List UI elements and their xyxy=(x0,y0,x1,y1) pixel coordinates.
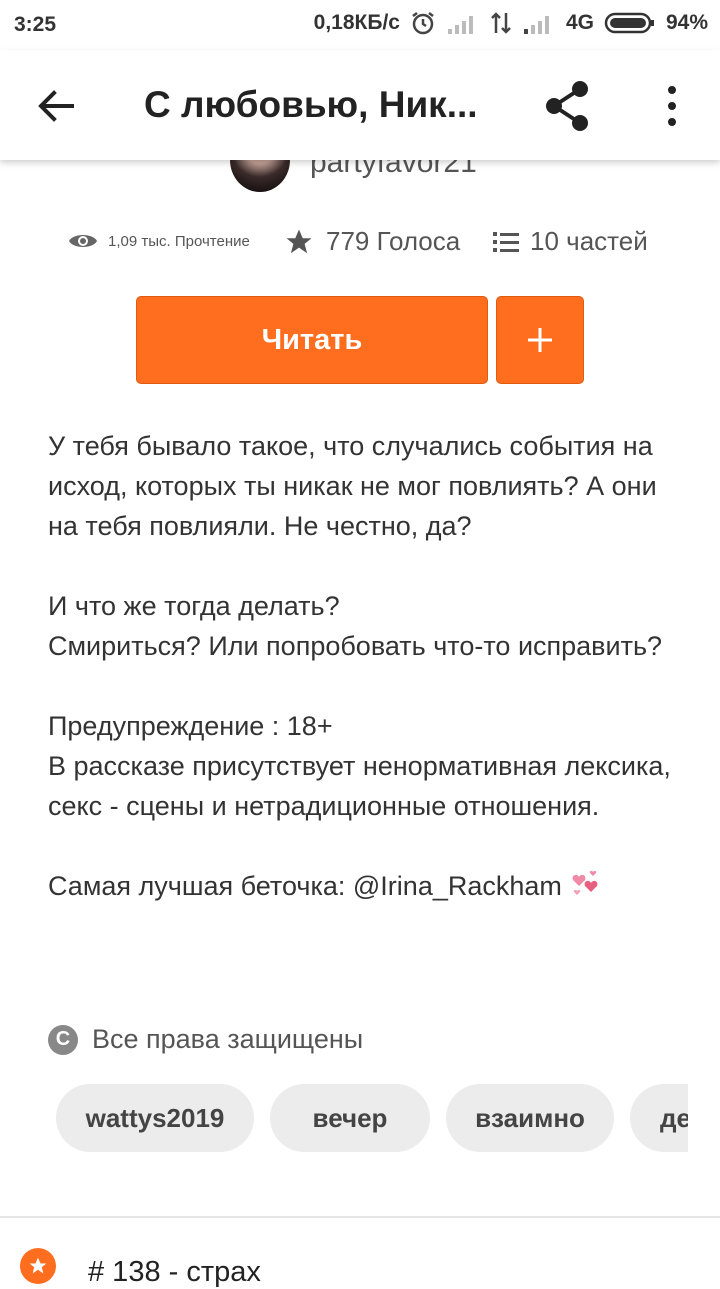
network-speed: 0,18КБ/с xyxy=(313,11,400,34)
tags-row: wattys2019 вечер взаимно де xyxy=(56,1084,688,1152)
description-credit: Самая лучшая беточка: @Irina_Rackham xyxy=(48,866,688,906)
star-badge-icon xyxy=(20,1248,56,1284)
read-button[interactable]: Читать xyxy=(136,296,488,384)
app-bar: С любовью, Ник... xyxy=(0,50,720,160)
credit-text: Самая лучшая беточка: @Irina_Rackham xyxy=(48,871,562,901)
description-line: Смириться? Или попробовать что-то исправ… xyxy=(48,631,663,661)
votes-stat: 779 Голоса xyxy=(284,226,460,257)
description-warning: Предупреждение : 18+ xyxy=(48,711,333,741)
network-type: 4G xyxy=(565,11,594,34)
battery-icon xyxy=(604,12,654,34)
votes-count: 779 Голоса xyxy=(326,226,461,256)
hearts-icon xyxy=(573,870,598,895)
battery-level: 94% xyxy=(665,11,708,34)
tag-chip[interactable]: wattys2019 xyxy=(56,1084,254,1152)
parts-count: 10 частей xyxy=(530,226,648,256)
eye-icon xyxy=(69,235,97,247)
description-paragraph: У тебя бывало такое, что случались событ… xyxy=(48,431,657,541)
status-bar: 3:25 0,18КБ/с 4G 94% xyxy=(0,0,720,50)
parts-stat: 10 частей xyxy=(492,226,648,257)
share-icon[interactable] xyxy=(540,78,596,134)
alarm-icon xyxy=(412,12,434,35)
ranking-text: # 138 - страх xyxy=(88,1256,261,1288)
description-line: В рассказе присутствует ненормативная ле… xyxy=(48,751,671,821)
signal-icon-2 xyxy=(523,16,549,34)
copyright-icon: C xyxy=(48,1024,78,1055)
copyright-text: Все права защищены xyxy=(92,1024,364,1054)
reads-stat: 1,09 тыс. Прочтение xyxy=(68,230,250,252)
ranking-row[interactable]: # 138 - страх xyxy=(20,1248,261,1288)
section-divider xyxy=(0,1216,720,1218)
add-to-library-button[interactable] xyxy=(496,296,584,384)
tag-chip[interactable]: де xyxy=(630,1084,688,1152)
story-description: У тебя бывало такое, что случались событ… xyxy=(48,426,688,906)
tag-chip[interactable]: вечер xyxy=(270,1084,430,1152)
story-stats: 1,09 тыс. Прочтение 779 Голоса 10 частей xyxy=(0,226,720,270)
signal-icon xyxy=(447,16,473,34)
status-right: 0,18КБ/с 4G 94% xyxy=(314,10,708,36)
page-title: С любовью, Ник... xyxy=(144,84,478,125)
plus-icon xyxy=(528,328,552,352)
more-vertical-icon[interactable] xyxy=(660,84,684,128)
status-time: 3:25 xyxy=(14,13,57,36)
star-icon xyxy=(286,229,312,253)
arrow-left-icon[interactable] xyxy=(34,84,78,128)
data-transfer-icon xyxy=(491,12,511,34)
description-line: И что же тогда делать? xyxy=(48,591,340,621)
copyright-notice: C Все права защищены xyxy=(48,1024,363,1055)
list-icon xyxy=(493,231,519,252)
tag-chip[interactable]: взаимно xyxy=(446,1084,614,1152)
reads-count: 1,09 тыс. Прочтение xyxy=(108,232,250,250)
